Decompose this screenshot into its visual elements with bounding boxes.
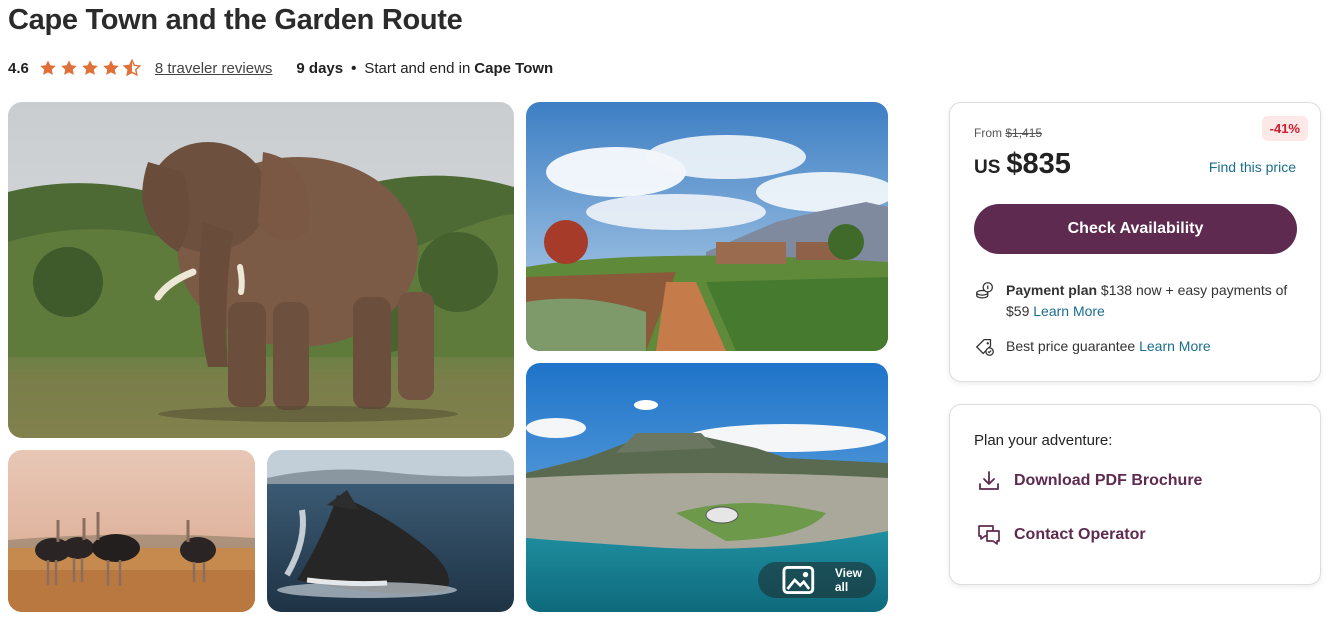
photo-vineyard[interactable] — [526, 102, 888, 351]
find-price-link[interactable]: Find this price — [1209, 159, 1296, 175]
from-label: From — [974, 126, 1002, 140]
photo-elephant[interactable] — [8, 102, 514, 438]
gallery-icon — [782, 565, 815, 595]
current-price: US $835 — [974, 148, 1071, 181]
star-icon — [40, 60, 56, 75]
photo-cape-town-aerial[interactable]: View all — [526, 363, 888, 612]
from-price: From $1,415 — [974, 126, 1042, 140]
payment-plan-learn-more[interactable]: Learn More — [1033, 303, 1105, 319]
star-icon — [103, 60, 119, 75]
coins-icon — [976, 282, 993, 299]
guarantee-learn-more[interactable]: Learn More — [1139, 336, 1211, 358]
download-icon — [979, 471, 999, 490]
chat-bubbles-icon — [978, 525, 1000, 545]
view-all-button[interactable]: View all — [758, 562, 876, 598]
guarantee-text: Best price guarantee — [1006, 338, 1136, 354]
contact-operator-button[interactable]: Contact Operator — [976, 522, 1146, 548]
price-tag-check-icon — [975, 339, 994, 356]
reviews-link[interactable]: 8 traveler reviews — [155, 60, 273, 77]
plan-adventure-card: Plan your adventure: Download PDF Brochu… — [949, 404, 1321, 585]
original-price: $1,415 — [1005, 126, 1043, 140]
plan-adventure-title: Plan your adventure: — [974, 432, 1113, 449]
contact-operator-label: Contact Operator — [1014, 526, 1146, 543]
photo-whale[interactable] — [267, 450, 514, 612]
photo-ostriches[interactable] — [8, 450, 255, 612]
payment-plan-text: Payment plan $138 now + easy payments of… — [1006, 280, 1301, 322]
price-guarantee-row: Best price guarantee Learn More — [974, 336, 1211, 358]
check-availability-button[interactable]: Check Availability — [974, 204, 1297, 254]
currency-label: US — [974, 157, 1001, 178]
download-brochure-button[interactable]: Download PDF Brochure — [976, 468, 1202, 494]
pricing-card: From $1,415 -41% US $835 Find this price… — [949, 102, 1321, 382]
star-icon — [82, 60, 98, 75]
view-all-label: View all — [834, 566, 862, 594]
start-end-place: Cape Town — [474, 59, 554, 77]
payment-plan-row: Payment plan $138 now + easy payments of… — [974, 280, 1304, 322]
payment-plan-label: Payment plan — [1006, 282, 1098, 298]
star-icon — [61, 60, 77, 75]
price-amount: $835 — [1006, 148, 1071, 180]
start-end-label: Start and end in — [364, 59, 471, 77]
tour-duration: 9 days — [296, 59, 344, 77]
rating-stars — [39, 59, 141, 77]
tour-meta: 4.6 8 traveler reviews 9 days • Start an… — [8, 58, 553, 78]
tour-page: Cape Town and the Garden Route 4.6 8 tra… — [0, 0, 1331, 621]
half-star-icon — [122, 59, 141, 77]
download-brochure-label: Download PDF Brochure — [1014, 472, 1203, 489]
rating-value: 4.6 — [8, 59, 29, 77]
page-title: Cape Town and the Garden Route — [8, 4, 463, 36]
discount-badge: -41% — [1261, 116, 1308, 141]
meta-separator: • — [351, 59, 357, 77]
